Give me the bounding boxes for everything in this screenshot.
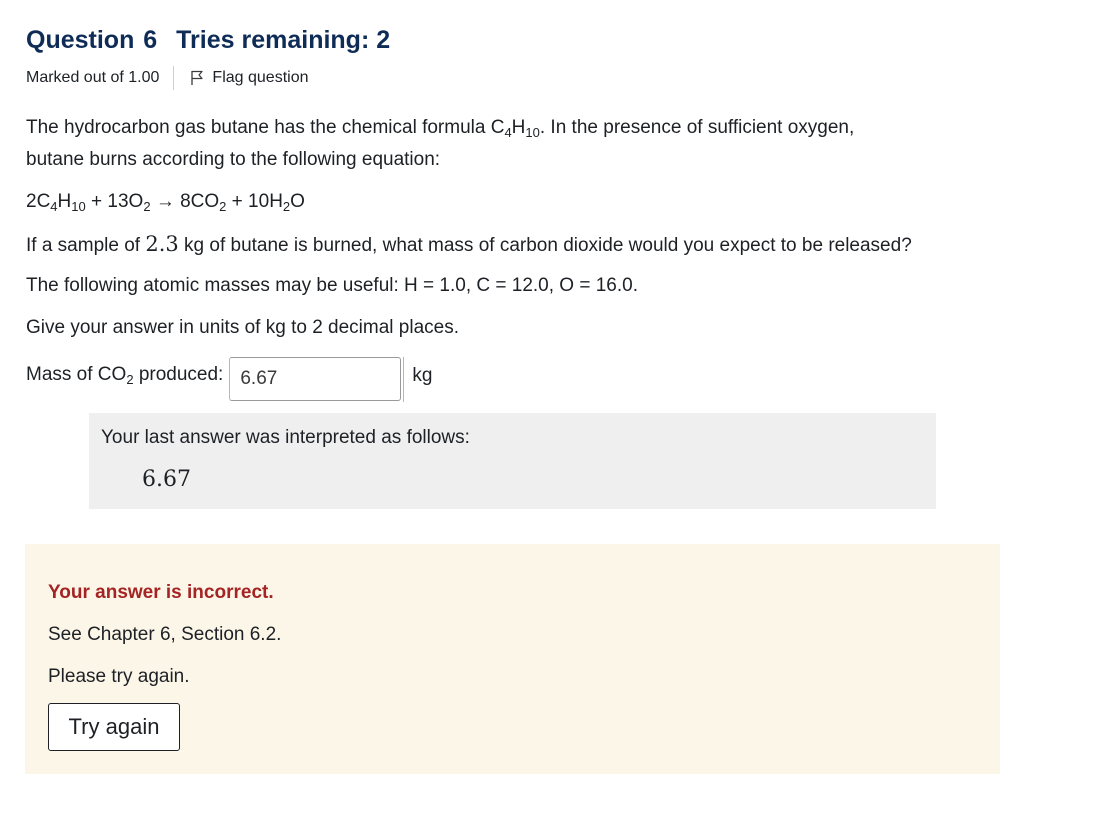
quiz-question-page: Question 6 Tries remaining: 2 Marked out… [0, 0, 1105, 817]
interpretation-message: Your last answer was interpreted as foll… [101, 427, 470, 448]
chemical-equation: 2C4H10 + 13O2 → 8CO2 + 10H2O [26, 191, 305, 214]
interpreted-value: 6.67 [142, 467, 191, 492]
feedback-box: Your answer is incorrect. See Chapter 6,… [25, 544, 1000, 774]
retry-message: Please try again. [48, 666, 190, 687]
answer-format-instruction: Give your answer in units of kg to 2 dec… [26, 317, 459, 338]
question-intro-line-2: butane burns according to the following … [26, 149, 441, 170]
incorrect-status: Your answer is incorrect. [48, 582, 274, 603]
question-header: Question 6 Tries remaining: 2 [26, 26, 390, 55]
meta-divider [173, 66, 175, 90]
answer-input[interactable] [229, 357, 402, 401]
question-label: Question [26, 26, 135, 54]
question-number: 6 [143, 26, 158, 54]
answer-label: Mass of CO2 produced: [26, 364, 224, 387]
try-again-button[interactable]: Try again [48, 703, 180, 751]
answer-interpretation-box: Your last answer was interpreted as foll… [89, 413, 936, 509]
tries-remaining: Tries remaining: 2 [176, 26, 391, 54]
atomic-masses-hint: The following atomic masses may be usefu… [26, 275, 638, 296]
answer-row: Mass of CO2 produced: kg [26, 357, 432, 402]
question-intro-line-1: The hydrocarbon gas butane has the chemi… [26, 117, 855, 140]
unit-divider [403, 357, 405, 402]
question-prompt: If a sample of 2.3 kg of butane is burne… [26, 232, 912, 256]
sample-mass-value: 2.3 [145, 232, 179, 256]
marked-out-of: Marked out of 1.00 [26, 69, 160, 86]
question-meta: Marked out of 1.00 Flag question [26, 66, 308, 90]
answer-unit: kg [412, 365, 433, 386]
feedback-reference: See Chapter 6, Section 6.2. [48, 624, 282, 645]
flag-icon [191, 70, 204, 85]
flag-question-link[interactable]: Flag question [190, 69, 308, 87]
flag-question-label: Flag question [212, 69, 309, 86]
